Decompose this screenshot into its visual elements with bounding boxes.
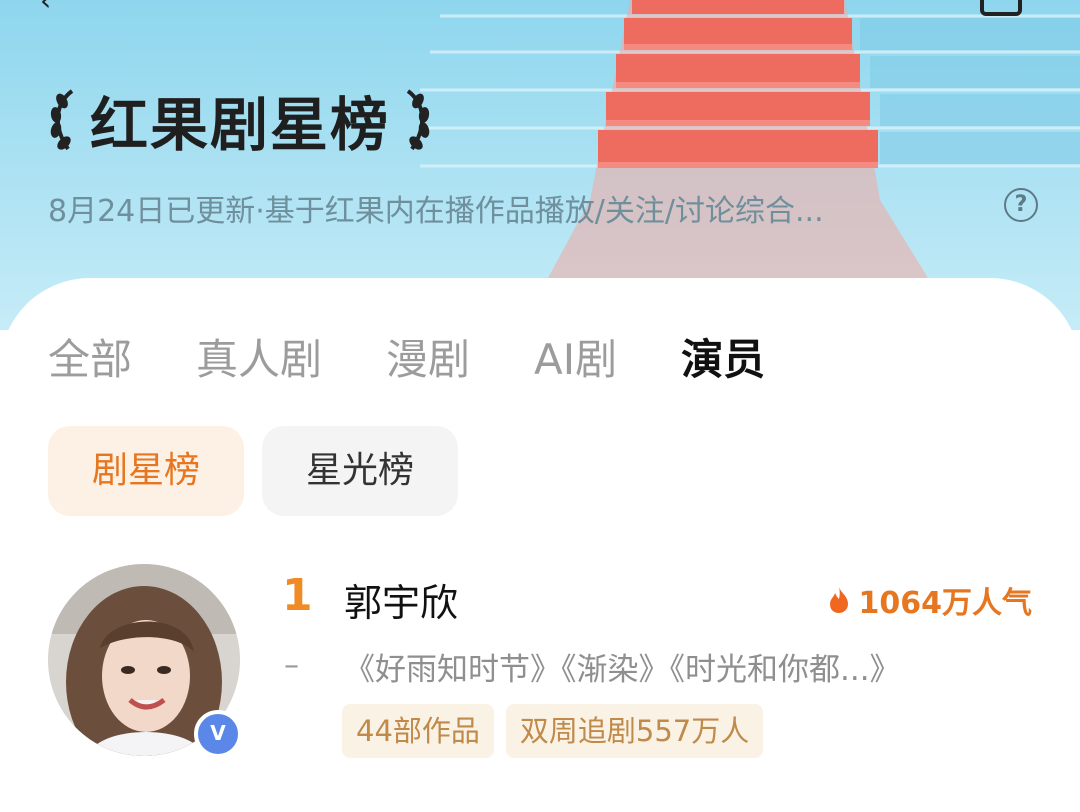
back-arrow-icon[interactable]: ‹ [40,0,62,15]
tab-all[interactable]: 全部 [48,326,132,387]
popularity-indicator: 1064万人气 [827,578,1033,622]
sub-ranking-tabs: 剧星榜 星光榜 [48,426,476,516]
ranking-card: 全部 真人剧 漫剧 AI剧 演员 剧星榜 星光榜 V 1 郭宇欣 1064万人气… [0,278,1080,812]
tab-ai[interactable]: AI剧 [534,326,617,387]
viewers-tag: 双周追剧557万人 [505,704,764,758]
subtitle-row: 8月24日已更新·基于红果内在播作品播放/关注/讨论综合... ? [48,186,1038,230]
laurel-left-icon [50,89,74,151]
rank-number: 1 [282,570,313,621]
page-title-row: 红果剧星榜 [42,80,438,160]
update-info-text: 8月24日已更新·基于红果内在播作品播放/关注/讨论综合... [48,194,824,229]
laurel-right-icon [406,89,430,151]
tab-actors[interactable]: 演员 [681,326,765,387]
fire-icon [829,587,848,613]
category-tabs: 全部 真人剧 漫剧 AI剧 演员 [48,326,829,386]
tab-comic[interactable]: 漫剧 [386,326,470,387]
question-circle-icon[interactable]: ? [1004,188,1038,222]
chip-starlight-ranking[interactable]: 星光榜 [262,426,459,516]
popularity-value: 1064万人气 [858,586,1033,621]
page-title: 红果剧星榜 [90,91,391,159]
verified-badge-icon: V [194,710,242,758]
chip-drama-star-ranking[interactable]: 剧星榜 [48,426,245,516]
works-count-tag: 44部作品 [342,704,494,758]
works-list[interactable]: 《好雨知时节》《渐染》《时光和你都...》 [344,644,901,689]
list-item[interactable]: V 1 郭宇欣 1064万人气 – 《好雨知时节》《渐染》《时光和你都...》 … [48,564,1038,764]
share-icon[interactable] [980,0,1022,16]
rank-change-indicator: – [284,648,299,683]
tab-live-action[interactable]: 真人剧 [196,326,322,387]
page: ‹ 红果剧星榜 8月24日已更新·基于红果内在播作品播放/关注/讨论综合... … [0,0,1080,812]
actor-name[interactable]: 郭宇欣 [344,572,458,627]
stats-tags: 44部作品 双周追剧557万人 [342,704,775,758]
